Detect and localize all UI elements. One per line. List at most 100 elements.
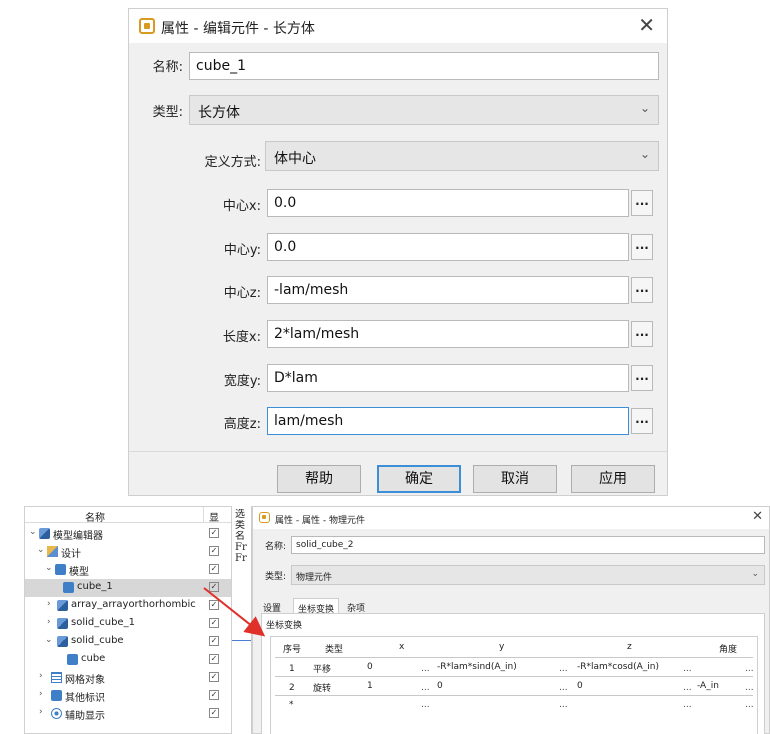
visibility-checkbox[interactable]: ✓: [209, 546, 219, 556]
row-x[interactable]: 0: [367, 662, 373, 672]
expand-icon[interactable]: ›: [39, 707, 43, 717]
tree-item-label: solid_cube: [71, 635, 124, 646]
type-select[interactable]: 长方体 ⌄: [189, 95, 659, 125]
tree-item-cube[interactable]: cube ✓: [25, 651, 231, 669]
width-y-field[interactable]: D*lam: [267, 364, 629, 392]
tree-item-label: array_arrayorthorhombic: [71, 599, 196, 610]
length-x-field[interactable]: 2*lam/mesh: [267, 320, 629, 348]
center-x-field[interactable]: 0.0: [267, 189, 629, 217]
center-y-expression-button[interactable]: ...: [631, 234, 653, 260]
row-angle-expression-button[interactable]: ...: [745, 700, 754, 710]
cancel-button[interactable]: 取消: [473, 465, 557, 493]
strip-line: Fr: [235, 553, 247, 564]
expand-icon[interactable]: ⌄: [45, 563, 53, 573]
apply-button[interactable]: 应用: [571, 465, 655, 493]
ok-button[interactable]: 确定: [377, 465, 461, 493]
tree-item-design[interactable]: ⌄ 设计 ✓: [25, 543, 231, 561]
visibility-checkbox[interactable]: ✓: [209, 582, 219, 592]
visibility-checkbox[interactable]: ✓: [209, 672, 219, 682]
tree-item-solid-cube-1[interactable]: › solid_cube_1 ✓: [25, 615, 231, 633]
visibility-checkbox[interactable]: ✓: [209, 618, 219, 628]
help-button[interactable]: 帮助: [277, 465, 361, 493]
row-index: *: [289, 700, 294, 710]
close-icon[interactable]: ✕: [752, 509, 763, 524]
visibility-checkbox[interactable]: ✓: [209, 690, 219, 700]
close-icon[interactable]: ✕: [638, 13, 655, 37]
row-y-expression-button[interactable]: ...: [559, 683, 568, 693]
tree-item-label: 其他标识: [65, 693, 105, 704]
tree-item-array[interactable]: › array_arrayorthorhombic ✓: [25, 597, 231, 615]
row-type[interactable]: 旋转: [313, 681, 331, 694]
visibility-checkbox[interactable]: ✓: [209, 636, 219, 646]
center-z-label: 中心z:: [223, 286, 261, 301]
column-header-z: z: [627, 642, 632, 652]
define-mode-select[interactable]: 体中心 ⌄: [265, 141, 659, 171]
tree-item-other-markers[interactable]: › 其他标识 ✓: [25, 687, 231, 705]
name-field[interactable]: cube_1: [189, 52, 659, 80]
visibility-checkbox[interactable]: ✓: [209, 600, 219, 610]
center-z-field[interactable]: -lam/mesh: [267, 276, 629, 304]
row-rule: [275, 695, 753, 696]
expand-icon[interactable]: ›: [47, 617, 51, 627]
design-icon: [47, 546, 58, 557]
tree-item-grid-objects[interactable]: › 网格对象 ✓: [25, 669, 231, 687]
row-z-expression-button[interactable]: ...: [683, 683, 692, 693]
visibility-checkbox[interactable]: ✓: [209, 528, 219, 538]
column-header-angle: 角度: [719, 645, 738, 655]
tree-item-label: solid_cube_1: [71, 617, 135, 628]
row-x-expression-button[interactable]: ...: [421, 683, 430, 693]
visibility-checkbox[interactable]: ✓: [209, 564, 219, 574]
visibility-checkbox[interactable]: ✓: [209, 708, 219, 718]
row-angle-expression-button[interactable]: ...: [745, 683, 754, 693]
tree-item-aux-display[interactable]: › 辅助显示 ✓: [25, 705, 231, 723]
row-y[interactable]: 0: [437, 681, 443, 691]
row-x-expression-button[interactable]: ...: [421, 700, 430, 710]
row-y-expression-button[interactable]: ...: [559, 664, 568, 674]
header-rule: [275, 657, 753, 658]
width-y-expression-button[interactable]: ...: [631, 365, 653, 391]
row-x-expression-button[interactable]: ...: [421, 664, 430, 674]
center-y-field[interactable]: 0.0: [267, 233, 629, 261]
row-z[interactable]: -R*lam*cosd(A_in): [577, 662, 659, 672]
tree-item-cube-1[interactable]: cube_1 ✓: [25, 579, 231, 597]
marker-icon: [51, 690, 62, 701]
row-index: 2: [289, 683, 295, 693]
length-x-expression-button[interactable]: ...: [631, 321, 653, 347]
tab-coordinate-transform[interactable]: 坐标变换: [293, 598, 340, 615]
column-header-x: x: [399, 642, 405, 652]
height-z-expression-button[interactable]: ...: [631, 408, 653, 434]
expand-icon[interactable]: ⌄: [37, 545, 45, 555]
row-z-expression-button[interactable]: ...: [683, 664, 692, 674]
type-select[interactable]: 物理元件 ⌄: [291, 565, 765, 585]
row-angle-expression-button[interactable]: ...: [745, 664, 754, 674]
expand-icon[interactable]: ⌄: [29, 527, 37, 537]
height-z-field[interactable]: lam/mesh: [267, 407, 629, 435]
center-z-expression-button[interactable]: ...: [631, 277, 653, 303]
row-x[interactable]: 1: [367, 681, 373, 691]
tab-misc[interactable]: 杂项: [343, 598, 369, 614]
name-field[interactable]: solid_cube_2: [291, 536, 765, 554]
expand-icon[interactable]: ⌄: [45, 635, 53, 645]
row-z-expression-button[interactable]: ...: [683, 700, 692, 710]
center-x-expression-button[interactable]: ...: [631, 190, 653, 216]
tree-item-model[interactable]: ⌄ 模型 ✓: [25, 561, 231, 579]
tab-settings[interactable]: 设置: [259, 598, 285, 614]
row-type[interactable]: 平移: [313, 662, 331, 675]
expand-icon[interactable]: ›: [39, 689, 43, 699]
tree-item-solid-cube[interactable]: ⌄ solid_cube ✓: [25, 633, 231, 651]
eye-icon: [51, 708, 62, 719]
row-y[interactable]: -R*lam*sind(A_in): [437, 662, 517, 672]
column-divider: [203, 507, 204, 523]
expand-icon[interactable]: ›: [39, 671, 43, 681]
row-angle[interactable]: -A_in: [697, 681, 719, 691]
strip-line: 选: [235, 509, 245, 520]
solid-group-icon: [57, 636, 68, 647]
row-y-expression-button[interactable]: ...: [559, 700, 568, 710]
visibility-checkbox[interactable]: ✓: [209, 654, 219, 664]
physical-element-dialog: 属性 - 属性 - 物理元件 ✕ 名称: solid_cube_2 类型: 物理…: [252, 506, 770, 734]
column-header-index: 序号: [283, 645, 302, 655]
row-z[interactable]: 0: [577, 681, 583, 691]
expand-icon[interactable]: ›: [47, 599, 51, 609]
dialog-titlebar: 属性 - 属性 - 物理元件 ✕: [253, 507, 769, 529]
tree-item-model-editor[interactable]: ⌄ 模型编辑器 ✓: [25, 525, 231, 543]
